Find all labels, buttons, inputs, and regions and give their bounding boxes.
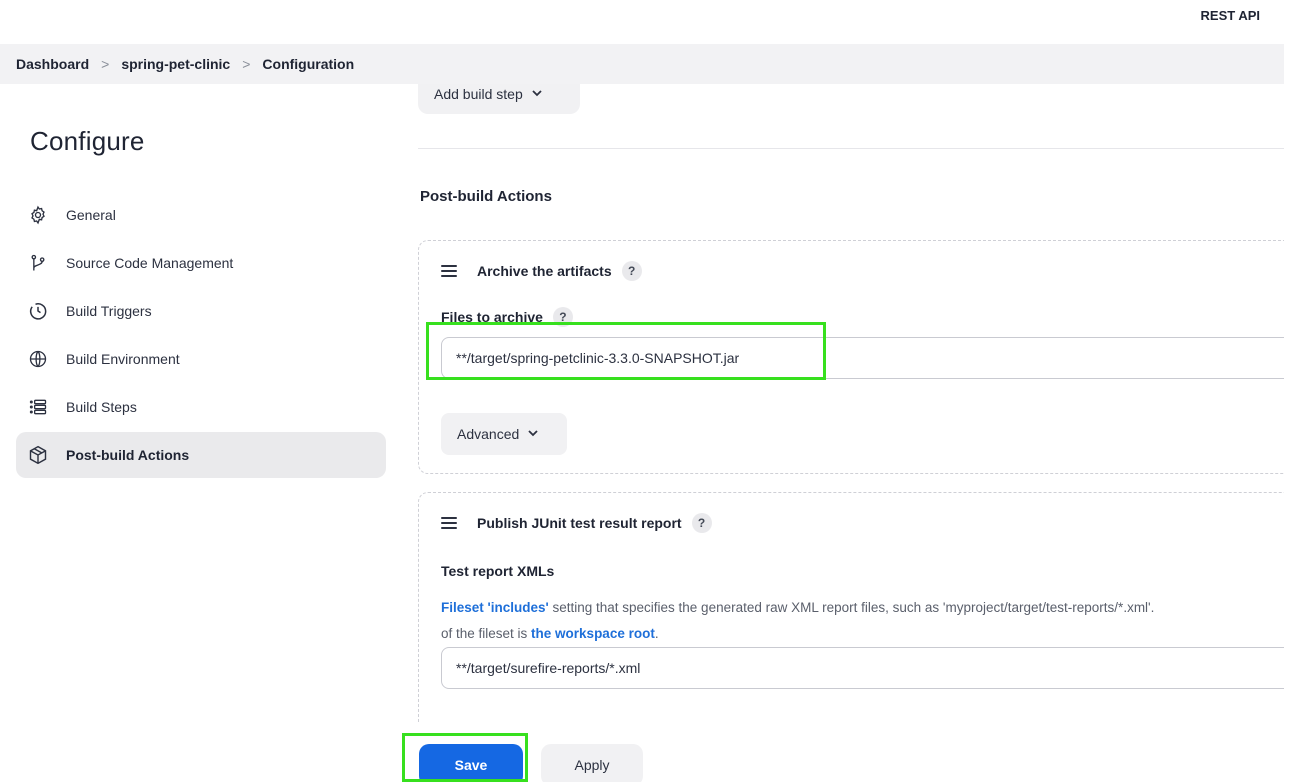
fileset-includes-link[interactable]: Fileset 'includes' (441, 600, 549, 615)
clock-icon (28, 301, 48, 321)
chevron-down-icon (531, 86, 543, 102)
sidebar-item-label: Source Code Management (66, 255, 234, 271)
bottom-fade (418, 724, 1284, 744)
advanced-label: Advanced (457, 426, 520, 442)
field-label-text: Files to archive (441, 309, 543, 325)
card-title: Publish JUnit test result report (477, 515, 682, 531)
gear-icon (28, 205, 48, 225)
sidebar-nav: General Source Code Management Build Tri… (16, 192, 386, 480)
sidebar-item-label: General (66, 207, 116, 223)
branch-icon (28, 253, 48, 273)
card-title: Archive the artifacts (477, 263, 612, 279)
breadcrumb-separator: > (101, 56, 110, 72)
sidebar-item-label: Post-build Actions (66, 447, 190, 463)
add-build-step-button[interactable]: Add build step (418, 84, 580, 114)
breadcrumb-separator: > (242, 56, 251, 72)
breadcrumb-job[interactable]: spring-pet-clinic (121, 56, 230, 72)
test-report-xmls-label: Test report XMLs (441, 563, 555, 579)
sidebar-item-general[interactable]: General (16, 192, 386, 238)
archive-artifacts-card: Archive the artifacts ? Files to archive… (418, 240, 1284, 474)
globe-icon (28, 349, 48, 369)
chevron-down-icon (527, 426, 539, 442)
breadcrumb-dashboard[interactable]: Dashboard (16, 56, 89, 72)
apply-button[interactable]: Apply (541, 744, 643, 782)
add-build-step-label: Add build step (434, 86, 523, 102)
field-help-text: Fileset 'includes' setting that specifie… (441, 595, 1284, 647)
breadcrumb-configuration[interactable]: Configuration (262, 56, 354, 72)
card-header: Publish JUnit test result report ? (441, 513, 712, 533)
page-title: Configure (30, 126, 145, 156)
advanced-button[interactable]: Advanced (441, 413, 567, 455)
sidebar-item-label: Build Steps (66, 399, 137, 415)
section-title-post-build: Post-build Actions (420, 188, 552, 205)
breadcrumb: Dashboard > spring-pet-clinic > Configur… (0, 44, 1284, 84)
sidebar-item-label: Build Environment (66, 351, 180, 367)
drag-handle-icon[interactable] (441, 265, 457, 277)
config-main: Add build step Post-build Actions Archiv… (418, 84, 1284, 724)
save-button[interactable]: Save (419, 744, 523, 782)
help-text-part: of the fileset is (441, 626, 532, 641)
help-icon[interactable]: ? (552, 307, 573, 327)
list-icon (28, 397, 48, 417)
junit-report-card: Publish JUnit test result report ? Test … (418, 492, 1284, 724)
help-icon[interactable]: ? (621, 261, 642, 281)
sidebar-item-post-build-actions[interactable]: Post-build Actions (16, 432, 386, 478)
files-to-archive-label: Files to archive ? (441, 307, 573, 327)
help-icon[interactable]: ? (691, 513, 712, 533)
sidebar-item-build-steps[interactable]: Build Steps (16, 384, 386, 430)
package-icon (28, 445, 48, 465)
drag-handle-icon[interactable] (441, 517, 457, 529)
section-divider (418, 148, 1284, 149)
card-header: Archive the artifacts ? (441, 261, 642, 281)
sidebar-item-build-environment[interactable]: Build Environment (16, 336, 386, 382)
help-text-part: setting that specifies the generated raw… (548, 600, 1155, 615)
top-header: REST API (0, 0, 1292, 44)
help-text-part: . (654, 626, 659, 641)
files-to-archive-input[interactable] (441, 337, 1284, 379)
test-report-xmls-input[interactable] (441, 647, 1284, 689)
sidebar-item-build-triggers[interactable]: Build Triggers (16, 288, 386, 334)
rest-api-link[interactable]: REST API (1201, 8, 1260, 23)
workspace-root-link[interactable]: the workspace root (531, 626, 655, 641)
sidebar-item-source-code-management[interactable]: Source Code Management (16, 240, 386, 286)
sidebar-item-label: Build Triggers (66, 303, 152, 319)
